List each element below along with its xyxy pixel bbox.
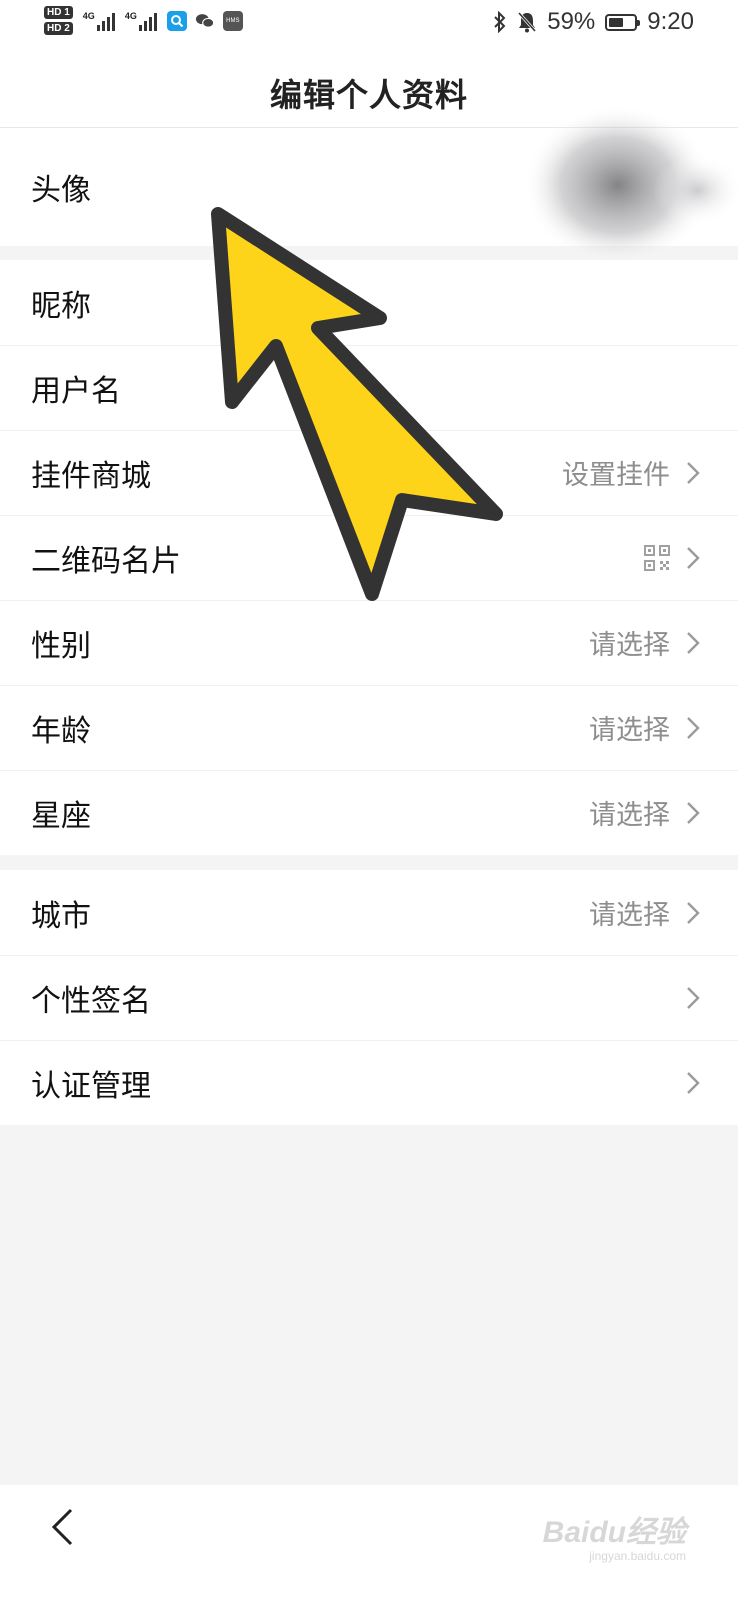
search-app-icon: [166, 10, 187, 31]
battery-icon: [605, 13, 641, 31]
row-value: 请选择: [589, 715, 670, 746]
mute-bell-icon: [518, 12, 537, 33]
title-bar: 编辑个人资料: [0, 50, 738, 128]
row-value: 请选择: [589, 900, 670, 931]
signal-bars-icon: [96, 11, 115, 31]
row-label: 城市: [31, 898, 91, 934]
row-label: 用户名: [31, 373, 121, 409]
page-title: 编辑个人资料: [269, 76, 468, 114]
chevron-right-icon: [687, 986, 700, 1009]
net2-label: 4G: [124, 10, 137, 21]
wechat-icon: [195, 11, 215, 31]
row-right: [644, 544, 700, 571]
row-city[interactable]: 城市 请选择: [0, 870, 738, 955]
watermark-sub: jingyan.baidu.com: [589, 1549, 686, 1563]
battery-percent: 59%: [547, 8, 596, 35]
extra-group: 城市 请选择 个性签名 认证管理: [0, 870, 738, 1125]
row-value: 请选择: [589, 800, 670, 831]
row-right: [686, 986, 700, 1010]
row-verification[interactable]: 认证管理: [0, 1040, 738, 1125]
row-signature[interactable]: 个性签名: [0, 955, 738, 1040]
row-label: 二维码名片: [31, 543, 181, 579]
qr-code-icon: [644, 544, 670, 571]
row-age[interactable]: 年龄 请选择: [0, 685, 738, 770]
row-value: 请选择: [589, 630, 670, 661]
chevron-right-icon: [687, 546, 700, 569]
chevron-right-icon: [687, 1071, 700, 1094]
status-bar: HD 1 HD 2 4G 4G HMS 59% 9:20: [0, 0, 738, 50]
row-label: 昵称: [31, 288, 91, 324]
chevron-right-icon: [687, 716, 700, 739]
row-right: 请选择: [589, 623, 700, 662]
sim-indicators: HD 1 HD 2: [44, 6, 73, 35]
sim1-tag: HD 1: [44, 6, 73, 19]
watermark-main: Baidu经验: [542, 1516, 686, 1549]
row-constellation[interactable]: 星座 请选择: [0, 770, 738, 855]
hms-icon: HMS: [222, 10, 243, 31]
row-label: 年龄: [31, 713, 91, 749]
row-label: 认证管理: [31, 1068, 151, 1104]
chevron-right-icon: [687, 631, 700, 654]
row-gender[interactable]: 性别 请选择: [0, 600, 738, 685]
row-value: 设置挂件: [562, 460, 670, 491]
row-right: 请选择: [589, 893, 700, 932]
signal-1: 4G: [83, 11, 115, 31]
chevron-right-icon: [687, 801, 700, 824]
back-button[interactable]: [42, 1505, 82, 1549]
bottom-nav-bar: Baidu经验 jingyan.baidu.com: [0, 1485, 738, 1600]
row-label: 性别: [31, 628, 91, 664]
baidu-watermark: Baidu经验 jingyan.baidu.com: [543, 1507, 686, 1563]
row-label: 挂件商城: [31, 458, 151, 494]
bluetooth-icon: [494, 11, 506, 33]
status-left: HD 1 HD 2 4G 4G HMS: [44, 6, 251, 35]
chevron-left-icon: [51, 1508, 73, 1546]
row-right: 设置挂件: [562, 453, 700, 492]
status-right: 59% 9:20: [483, 8, 694, 36]
row-right: 请选择: [589, 708, 700, 747]
signal-2: 4G: [125, 11, 157, 31]
chevron-right-icon: [687, 461, 700, 484]
clock: 9:20: [647, 8, 694, 35]
signal-bars-icon: [138, 11, 157, 31]
row-right: [686, 1071, 700, 1095]
row-label: 星座: [31, 798, 91, 834]
pointer-arrow-annotation: [211, 207, 503, 601]
row-label: 头像: [31, 173, 91, 208]
sim2-tag: HD 2: [44, 22, 73, 35]
battery-fill: [609, 17, 624, 27]
row-label: 个性签名: [31, 983, 151, 1019]
chevron-right-icon: [687, 901, 700, 924]
net1-label: 4G: [82, 10, 95, 21]
row-right: 请选择: [589, 793, 700, 832]
